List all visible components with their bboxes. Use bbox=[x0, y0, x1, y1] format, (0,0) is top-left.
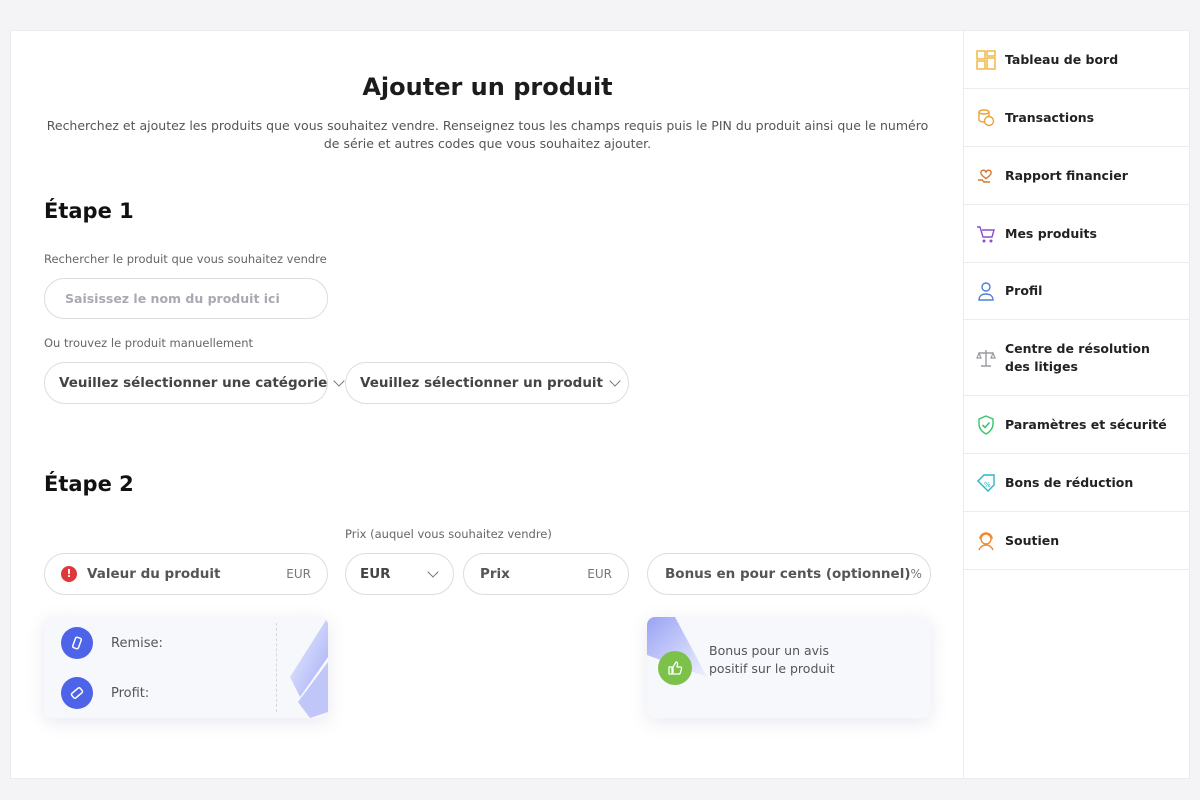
ticket-icon bbox=[61, 677, 93, 709]
support-icon bbox=[976, 531, 996, 551]
product-value-unit: EUR bbox=[286, 567, 311, 581]
price-placeholder: Prix bbox=[480, 566, 510, 582]
coupon-icon: % bbox=[976, 473, 996, 493]
sidebar-item-label: Rapport financier bbox=[1005, 167, 1128, 183]
chevron-down-icon bbox=[609, 375, 621, 387]
currency-select-value: EUR bbox=[360, 566, 391, 582]
manual-label: Ou trouvez le produit manuellement bbox=[44, 336, 254, 350]
main-panel: Ajouter un produit Recherchez et ajoutez… bbox=[10, 30, 963, 779]
discount-label: Remise: bbox=[111, 635, 163, 651]
bonus-percent-unit: % bbox=[910, 567, 922, 581]
category-select[interactable]: Veuillez sélectionner une catégorie bbox=[44, 362, 345, 404]
tag-icon bbox=[61, 627, 93, 659]
sidebar-item-settings-security[interactable]: Paramètres et sécurité bbox=[964, 396, 1189, 454]
chevron-down-icon bbox=[427, 566, 439, 578]
sidebar-item-transactions[interactable]: Transactions bbox=[964, 89, 1189, 147]
profit-label: Profit: bbox=[111, 685, 150, 701]
discount-row: Remise: bbox=[61, 627, 163, 659]
coins-icon bbox=[976, 108, 996, 128]
thumbs-up-icon bbox=[658, 651, 692, 685]
product-value-label: Valeur du produit bbox=[87, 566, 221, 582]
price-field[interactable]: Prix EUR bbox=[463, 553, 629, 595]
search-input[interactable] bbox=[65, 291, 311, 306]
sidebar-item-my-products[interactable]: Mes produits bbox=[964, 205, 1189, 263]
sidebar-item-label: Mes produits bbox=[1005, 225, 1097, 241]
svg-text:%: % bbox=[984, 481, 991, 489]
sidebar-item-financial-report[interactable]: Rapport financier bbox=[964, 147, 1189, 205]
price-label: Prix (auquel vous souhaitez vendre) bbox=[345, 527, 552, 541]
review-bonus-card: Bonus pour un avis positif sur le produi… bbox=[647, 617, 931, 718]
bonus-percent-field[interactable]: Bonus en pour cents (optionnel) % bbox=[647, 553, 931, 595]
search-field[interactable] bbox=[44, 278, 328, 319]
profit-row: Profit: bbox=[61, 677, 149, 709]
step2-title: Étape 2 bbox=[44, 472, 134, 496]
card-divider bbox=[276, 623, 277, 712]
bonus-percent-label: Bonus en pour cents (optionnel) bbox=[665, 566, 911, 582]
discount-profit-card: Remise: Profit: bbox=[44, 617, 328, 718]
category-select-value: Veuillez sélectionner une catégorie bbox=[59, 375, 328, 391]
sidebar-item-dashboard[interactable]: Tableau de bord bbox=[964, 31, 1189, 89]
sidebar-item-coupons[interactable]: % Bons de réduction bbox=[964, 454, 1189, 512]
sidebar-item-label: Transactions bbox=[1005, 109, 1095, 125]
scales-icon bbox=[976, 348, 996, 368]
sidebar-item-label: Centre de résolution des litiges bbox=[1005, 340, 1150, 374]
hand-heart-icon bbox=[976, 166, 996, 186]
error-icon: ! bbox=[61, 566, 77, 582]
chevron-down-icon bbox=[333, 375, 345, 387]
review-bonus-text: Bonus pour un avis positif sur le produi… bbox=[709, 643, 835, 676]
currency-select[interactable]: EUR bbox=[345, 553, 454, 595]
sidebar: Tableau de bord Transactions Rapport fin… bbox=[963, 30, 1190, 779]
cart-icon bbox=[976, 224, 996, 244]
step1-title: Étape 1 bbox=[44, 199, 134, 223]
product-select-value: Veuillez sélectionner un produit bbox=[360, 375, 604, 391]
page-description: Recherchez et ajoutez les produits que v… bbox=[46, 118, 929, 151]
ribbon-decoration bbox=[290, 617, 328, 718]
page-title: Ajouter un produit bbox=[362, 73, 613, 101]
sidebar-item-label: Soutien bbox=[1005, 532, 1060, 548]
sidebar-item-support[interactable]: Soutien bbox=[964, 512, 1189, 570]
sidebar-item-profile[interactable]: Profil bbox=[964, 263, 1189, 320]
dashboard-icon bbox=[976, 49, 996, 70]
price-unit: EUR bbox=[587, 567, 612, 581]
shield-icon bbox=[976, 414, 996, 435]
sidebar-item-label: Tableau de bord bbox=[1005, 51, 1119, 67]
user-icon bbox=[976, 281, 996, 301]
sidebar-item-dispute-center[interactable]: Centre de résolution des litiges bbox=[964, 320, 1189, 396]
product-value-field[interactable]: ! Valeur du produit EUR bbox=[44, 553, 328, 595]
sidebar-item-label: Bons de réduction bbox=[1005, 474, 1134, 490]
sidebar-item-label: Profil bbox=[1005, 283, 1043, 298]
product-select[interactable]: Veuillez sélectionner un produit bbox=[345, 362, 629, 404]
sidebar-item-label: Paramètres et sécurité bbox=[1005, 416, 1167, 432]
search-label: Rechercher le produit que vous souhaitez… bbox=[44, 252, 327, 266]
